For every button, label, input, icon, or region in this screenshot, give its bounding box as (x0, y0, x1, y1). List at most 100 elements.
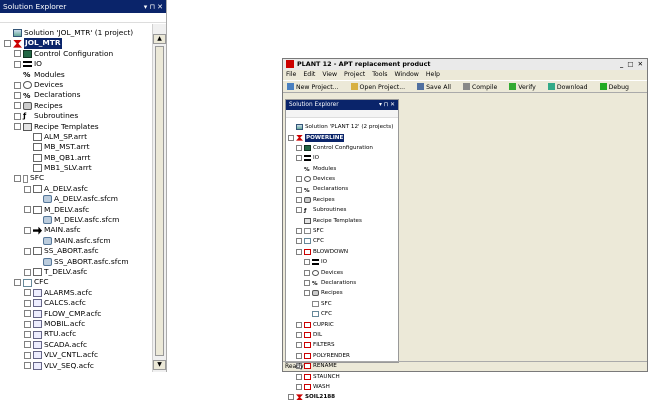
right-tree-item[interactable]: ƒ Subroutines (288, 205, 393, 215)
left-tree-item[interactable]: Solution 'JOL_MTR' (1 project) (4, 28, 147, 38)
right-tree-item[interactable]: IO (288, 257, 393, 267)
left-tree-item[interactable]: SS_ABORT.asfc.sfcm (4, 257, 147, 267)
menu-view[interactable]: View (322, 71, 337, 78)
right-tree-item[interactable]: Recipe Templates (288, 216, 393, 226)
left-tree-item[interactable]: RTU.acfc (4, 329, 147, 339)
left-tree-item[interactable]: % Modules (4, 70, 147, 80)
expand-icon[interactable] (296, 196, 302, 203)
right-tree-item[interactable]: CFC (288, 309, 393, 319)
left-tree-item[interactable]: Control Configuration (4, 49, 147, 59)
expand-icon[interactable] (24, 289, 31, 297)
scroll-up-button[interactable]: ▲ (153, 34, 166, 44)
right-pane-controls[interactable]: ▾ ⊓ ✕ (379, 102, 395, 108)
right-tree-item[interactable]: POLYRENDER (288, 351, 393, 361)
collapse-icon[interactable] (14, 123, 21, 131)
right-tree-item[interactable]: WASH (288, 382, 393, 392)
left-tree-item[interactable]: A_DELV.asfc.sfcm (4, 194, 147, 204)
expand-icon[interactable] (304, 290, 310, 297)
toolbar-debug-button[interactable]: Debug (599, 83, 635, 91)
left-tree-item[interactable]: VLV_SEQ.acfc (4, 361, 147, 371)
right-tree-item[interactable]: FILTERS (288, 340, 393, 350)
scroll-thumb[interactable] (155, 46, 164, 356)
expand-icon[interactable] (296, 383, 302, 390)
expand-icon[interactable] (296, 144, 302, 151)
expand-icon[interactable] (14, 50, 21, 58)
right-tree-item[interactable]: BLOWDOWN (288, 247, 393, 257)
left-tree-item[interactable]: MB_MST.arrt (4, 142, 147, 152)
right-tree-item[interactable]: SFC (288, 226, 393, 236)
right-tree-item[interactable]: Solution 'PLANT 12' (2 projects) (288, 122, 393, 132)
left-tree-item[interactable]: T_DELV.asfc (4, 267, 147, 277)
expand-icon[interactable] (304, 280, 310, 287)
left-tree-item[interactable]: MAIN.asfc (4, 225, 147, 235)
right-tree-item[interactable]: Control Configuration (288, 143, 393, 153)
right-tree-item[interactable]: Devices (288, 174, 393, 184)
left-tree-item[interactable]: JOL_MTR (4, 38, 147, 49)
collapse-icon[interactable] (296, 248, 302, 255)
right-tree-item[interactable]: Devices (288, 267, 393, 277)
left-tree-item[interactable]: CALCS.acfc (4, 298, 147, 308)
expand-icon[interactable] (296, 186, 302, 193)
menu-window[interactable]: Window (394, 71, 418, 78)
expand-icon[interactable] (296, 373, 302, 380)
left-tree-item[interactable]: MB_QB1.arrt (4, 153, 147, 163)
left-tree-item[interactable]: SCADA.acfc (4, 340, 147, 350)
expand-icon[interactable] (24, 268, 31, 276)
expand-icon[interactable] (296, 342, 302, 349)
left-tree-item[interactable]: Recipe Templates (4, 122, 147, 132)
toolbar-verify-button[interactable]: Verify (509, 83, 542, 91)
right-tree-item[interactable]: IO (288, 153, 393, 163)
right-tree-item[interactable]: Recipes (288, 288, 393, 298)
expand-icon[interactable] (24, 351, 31, 359)
toolbar-compile-button[interactable]: Compile (462, 83, 503, 91)
left-pane-controls[interactable]: ▾ ⊓ ✕ (144, 3, 163, 11)
collapse-icon[interactable] (24, 247, 31, 255)
expand-icon[interactable] (24, 341, 31, 349)
expand-icon[interactable] (14, 60, 21, 68)
expand-icon[interactable] (296, 228, 302, 235)
expand-icon[interactable] (296, 332, 302, 338)
right-tree-item[interactable]: % Declarations (288, 184, 393, 194)
expand-icon[interactable] (24, 299, 31, 307)
left-tree-item[interactable]: A_DELV.asfc (4, 184, 147, 194)
left-tree-item[interactable]: MOBIL.acfc (4, 319, 147, 329)
expand-icon[interactable] (304, 259, 310, 266)
scroll-down-button[interactable]: ▼ (153, 360, 166, 370)
expand-icon[interactable] (296, 176, 302, 183)
collapse-icon[interactable] (288, 134, 294, 141)
right-tree-item[interactable]: POWERLINE (288, 132, 393, 142)
menu-edit[interactable]: Edit (303, 71, 315, 78)
expand-icon[interactable] (14, 81, 21, 89)
right-tree-item[interactable]: % Modules (288, 164, 393, 174)
collapse-icon[interactable] (24, 206, 31, 214)
right-tree-item[interactable]: Recipes (288, 195, 393, 205)
expand-icon[interactable] (24, 331, 31, 339)
expand-icon[interactable] (296, 352, 302, 359)
left-tree-item[interactable]: SFC (4, 173, 147, 183)
left-vertical-scrollbar[interactable]: ▲ ▼ (152, 24, 166, 372)
right-tree-item[interactable]: SFC (288, 299, 393, 309)
left-tree-item[interactable]: ƒ Subroutines (4, 111, 147, 121)
left-tree-item[interactable]: ALM_SP.arrt (4, 132, 147, 142)
left-tree-item[interactable]: MB1_SLV.arrt (4, 163, 147, 173)
toolbar-open-project-button[interactable]: Open Project... (350, 83, 412, 91)
left-tree-item[interactable]: M_DELV.asfc.sfcm (4, 215, 147, 225)
right-tree-item[interactable]: CFC (288, 236, 393, 246)
expand-icon[interactable] (296, 207, 302, 214)
collapse-icon[interactable] (24, 185, 31, 193)
left-tree-item[interactable]: Devices (4, 80, 147, 90)
left-tree-item[interactable]: CFC (4, 277, 147, 287)
expand-icon[interactable] (296, 321, 302, 328)
menu-tools[interactable]: Tools (372, 71, 387, 78)
menu-help[interactable]: Help (426, 71, 440, 78)
toolbar-download-button[interactable]: Download (547, 83, 594, 91)
expand-icon[interactable] (24, 320, 31, 328)
left-tree-item[interactable]: SS_ABORT.asfc (4, 246, 147, 256)
window-controls[interactable]: _ □ ✕ (620, 59, 647, 70)
left-tree-item[interactable]: % Declarations (4, 90, 147, 100)
left-tree-item[interactable]: MAIN.asfc.sfcm (4, 236, 147, 246)
right-tree-item[interactable]: % Declarations (288, 278, 393, 288)
collapse-icon[interactable] (14, 175, 21, 183)
right-tree-item[interactable]: DIL (288, 330, 393, 340)
expand-icon[interactable] (24, 310, 31, 318)
